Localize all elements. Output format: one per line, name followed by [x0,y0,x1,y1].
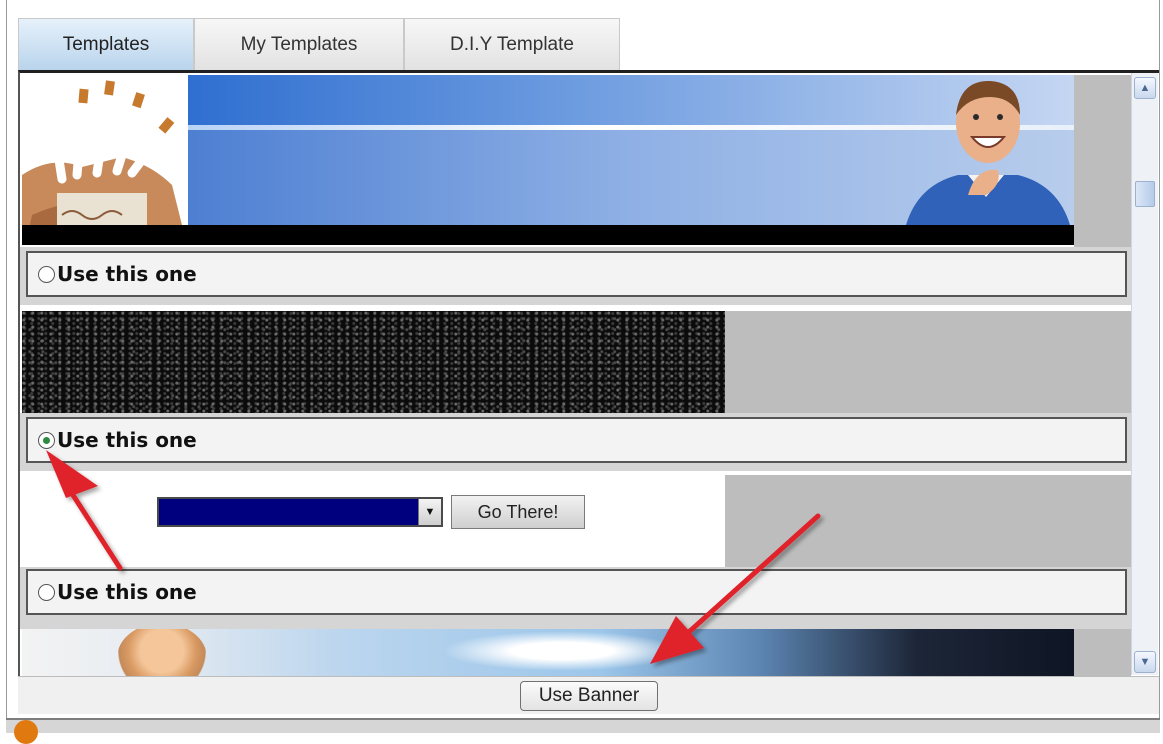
start-orb-icon[interactable] [14,720,38,744]
banner3-side-fill [725,475,1131,567]
tab-templates[interactable]: Templates [18,18,194,70]
banner4-side-fill [1074,629,1131,676]
template3-radio[interactable] [38,583,55,601]
chevron-down-icon[interactable]: ▼ [418,499,441,525]
banner2-side-fill [725,311,1131,413]
template2-radio[interactable] [38,431,55,449]
template3-option[interactable]: Use this one [26,569,1127,615]
smiling-man-image [898,75,1074,225]
tab-diy-template[interactable]: D.I.Y Template [404,18,620,70]
tab-my-templates[interactable]: My Templates [194,18,404,70]
template1-radio-label: Use this one [57,262,197,286]
cigarettes-hand-image [22,75,186,225]
cloud-shape [442,631,682,671]
template1-radio[interactable] [38,265,55,283]
tab-bar: Templates My Templates D.I.Y Template [18,18,620,70]
go-there-button[interactable]: Go There! [451,495,585,529]
banner1-side-fill [1074,75,1131,247]
template-list: Use this one Use this one ▼ Go There! Us… [20,73,1131,676]
vertical-scrollbar[interactable]: ▲ ▼ [1131,73,1158,675]
template2-option[interactable]: Use this one [26,417,1127,463]
footer-bar: Use Banner [18,676,1159,714]
banner1-black-stripe [22,225,1074,245]
scroll-up-icon[interactable]: ▲ [1134,77,1156,99]
scrollbar-thumb[interactable] [1135,181,1155,207]
template-list-panel[interactable]: Use this one Use this one ▼ Go There! Us… [18,70,1159,676]
template3-radio-label: Use this one [57,580,197,604]
scroll-down-icon[interactable]: ▼ [1134,651,1156,673]
use-banner-button[interactable]: Use Banner [520,681,658,711]
dark-texture-banner-image [22,311,725,413]
template2-radio-label: Use this one [57,428,197,452]
woman-sky-banner-image [22,629,1074,676]
woman-face-shape [117,629,207,676]
navigation-select[interactable]: ▼ [157,497,443,527]
template1-option[interactable]: Use this one [26,251,1127,297]
